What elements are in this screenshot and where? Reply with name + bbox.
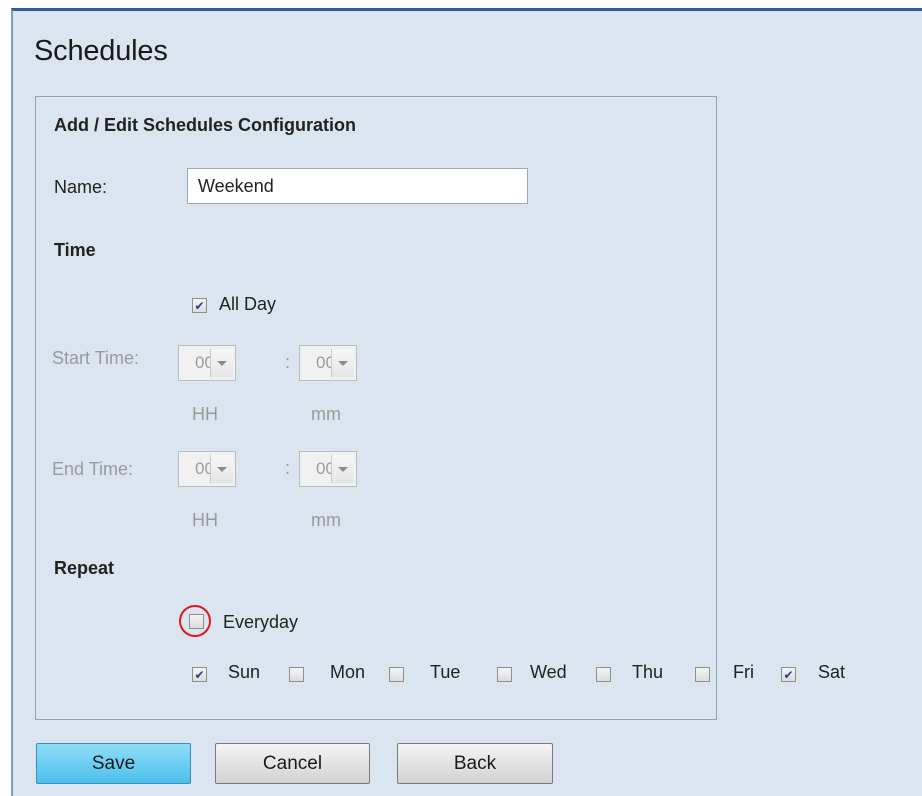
day-checkbox-sat[interactable] [781,667,796,682]
day-label-tue: Tue [430,662,461,682]
chevron-down-icon [331,455,354,483]
day-checkbox-wed[interactable] [497,667,512,682]
end-mm-label: mm [311,510,341,530]
day-label-fri: Fri [733,662,754,682]
repeat-heading: Repeat [54,558,115,578]
start-mm-label: mm [311,404,341,424]
day-label-mon: Mon [330,662,366,682]
time-heading: Time [54,240,96,260]
day-label-thu: Thu [632,662,664,682]
start-hour-select[interactable]: 00 [178,345,236,381]
day-checkbox-thu[interactable] [596,667,611,682]
name-input[interactable] [187,168,528,204]
chevron-down-icon [210,455,233,483]
end-time-label: End Time: [52,459,134,479]
all-day-checkbox[interactable] [192,298,207,313]
name-label: Name: [54,177,108,197]
day-checkbox-fri[interactable] [695,667,710,682]
start-time-colon: : [285,352,291,372]
day-label-sat: Sat [818,662,846,682]
day-checkbox-sun[interactable] [192,667,207,682]
day-checkbox-tue[interactable] [389,667,404,682]
day-label-sun: Sun [228,662,261,682]
back-button[interactable]: Back [397,743,553,784]
page-title: Schedules [34,35,168,67]
save-button[interactable]: Save [36,743,191,784]
cancel-button[interactable]: Cancel [215,743,370,784]
start-time-label: Start Time: [52,348,140,368]
all-day-label: All Day [219,294,277,314]
chevron-down-icon [210,349,233,377]
end-time-colon: : [285,458,291,478]
end-hour-select[interactable]: 00 [178,451,236,487]
end-minute-select[interactable]: 00 [299,451,357,487]
day-label-wed: Wed [530,662,567,682]
highlight-circle [179,605,211,637]
start-hh-label: HH [192,404,218,424]
section-heading: Add / Edit Schedules Configuration [54,115,357,135]
day-checkbox-mon[interactable] [289,667,304,682]
everyday-label: Everyday [223,612,299,632]
start-minute-select[interactable]: 00 [299,345,357,381]
chevron-down-icon [331,349,354,377]
end-hh-label: HH [192,510,218,530]
